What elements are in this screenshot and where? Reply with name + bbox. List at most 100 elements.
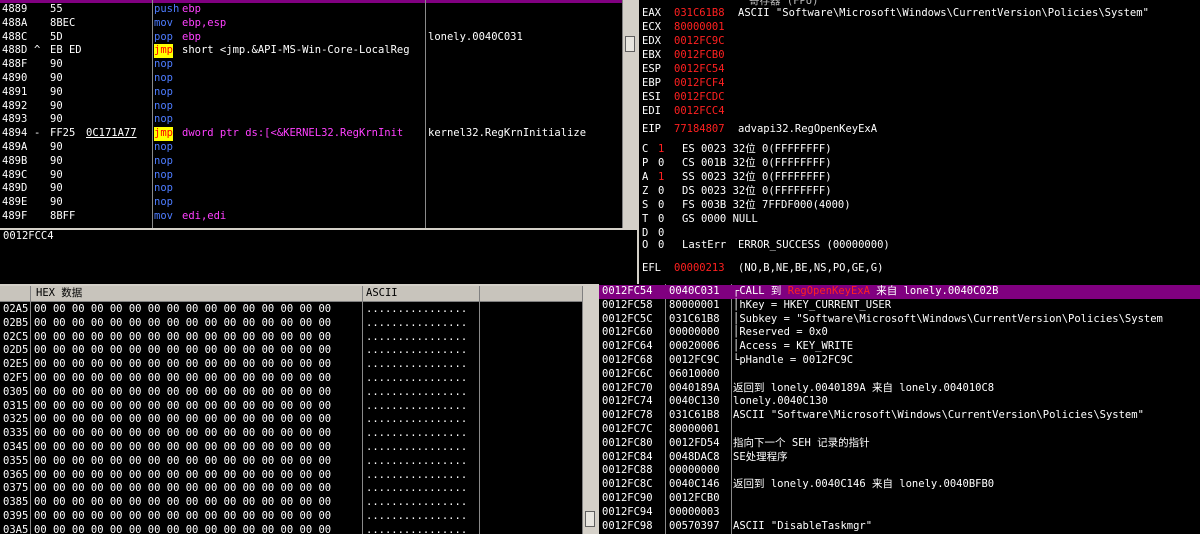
comment-suffix: 来自 lonely.0040C02B (869, 285, 999, 297)
stack-list[interactable]: 0012FC54 0040C031 ┌CALL 到 RegOpenKeyExA 来自… (599, 285, 1200, 533)
disasm-row[interactable]: 489B 90 nop (0, 155, 622, 169)
stack-row[interactable]: 0012FC60 00000000 │Reserved = 0x0 (599, 326, 1200, 340)
disasm-row[interactable]: 489F 8BFF mov edi,edi (0, 210, 622, 224)
stack-address: 0012FC98 (602, 519, 653, 532)
disassembly-list[interactable]: 4889 55 push ebp 488A 8BEC mov ebp,esp 488C 5D pop… (0, 3, 622, 224)
segment-register: SS 0023 32位 0(FFFFFFFF) (682, 171, 832, 183)
api-name: RegOpenKeyExA (787, 285, 870, 297)
disasm-bytes: 90 (50, 168, 63, 181)
disassembly-pane[interactable]: 4889 55 push ebp 488A 8BEC mov ebp,esp 488C 5D pop… (0, 0, 622, 228)
dump-row[interactable]: 02A5 00 00 00 00 00 00 00 00 00 00 00 00 … (0, 303, 582, 317)
disasm-row[interactable]: 488A 8BEC mov ebp,esp (0, 17, 622, 31)
dump-row[interactable]: 02F5 00 00 00 00 00 00 00 00 00 00 00 00 … (0, 372, 582, 386)
disasm-row[interactable]: 489E 90 nop (0, 196, 622, 210)
dump-row[interactable]: 0335 00 00 00 00 00 00 00 00 00 00 00 00 … (0, 427, 582, 441)
comment-text: 指向下一个 SEH 记录的指针 (733, 436, 870, 449)
stack-value: 031C61B8 (669, 409, 720, 422)
dump-ascii: ................ (366, 413, 468, 426)
dump-row[interactable]: 0395 00 00 00 00 00 00 00 00 00 00 00 00 … (0, 510, 582, 524)
stack-address: 0012FC70 (602, 381, 653, 394)
dump-row[interactable]: 0375 00 00 00 00 00 00 00 00 00 00 00 00 … (0, 482, 582, 496)
dump-row[interactable]: 02D5 00 00 00 00 00 00 00 00 00 00 00 00 … (0, 344, 582, 358)
disasm-row[interactable]: 4891 90 nop (0, 86, 622, 100)
dump-row[interactable]: 02B5 00 00 00 00 00 00 00 00 00 00 00 00 … (0, 317, 582, 331)
stack-row[interactable]: 0012FC64 00020006 │Access = KEY_WRITE (599, 340, 1200, 354)
mnemonic: nop (154, 113, 173, 126)
dump-ascii: ................ (366, 440, 468, 453)
dump-row[interactable]: 0365 00 00 00 00 00 00 00 00 00 00 00 00 … (0, 469, 582, 483)
stack-address: 0012FC78 (602, 409, 653, 422)
dump-address: 02A5 (3, 303, 29, 315)
stack-pane[interactable]: 0012FC54 0040C031 ┌CALL 到 RegOpenKeyExA 来自… (599, 284, 1200, 534)
ascii-column-header[interactable]: ASCII (366, 286, 398, 301)
stack-row[interactable]: 0012FC6C 06010000 (599, 368, 1200, 382)
stack-row[interactable]: 0012FC68 0012FC9C └pHandle = 0012FC9C (599, 354, 1200, 368)
hex-column-header[interactable]: HEX 数据 (36, 286, 82, 301)
stack-row[interactable]: 0012FC84 0048DAC8 SE处理程序 (599, 451, 1200, 465)
dump-hex: 00 00 00 00 00 00 00 00 00 00 00 00 00 0… (34, 344, 332, 357)
dump-list[interactable]: 02A5 00 00 00 00 00 00 00 00 00 00 00 00 … (0, 303, 582, 534)
registers-pane[interactable]: 寄存器 (FPU) EAX 031C61B8 ASCII "Software\Mic… (639, 0, 1200, 284)
scrollbar-thumb[interactable] (585, 511, 595, 527)
disasm-row[interactable]: 488D ^ EB ED jmp short <jmp.&API-MS-Win-Core… (0, 44, 622, 59)
disasm-row[interactable]: 4893 90 nop (0, 113, 622, 127)
dump-row[interactable]: 02E5 00 00 00 00 00 00 00 00 00 00 00 00 … (0, 358, 582, 372)
disasm-row[interactable]: 488C 5D pop ebp lonely.0040C031 (0, 31, 622, 45)
dump-row[interactable]: 0325 00 00 00 00 00 00 00 00 00 00 00 00 … (0, 413, 582, 427)
disassembly-scrollbar[interactable] (622, 0, 638, 228)
scrollbar-thumb[interactable] (625, 36, 635, 52)
stack-comment: 返回到 lonely.0040189A 来自 lonely.004010C8 (733, 382, 994, 396)
dump-ascii: ................ (366, 427, 468, 440)
stack-address: 0012FC54 (602, 285, 653, 297)
dump-row[interactable]: 0355 00 00 00 00 00 00 00 00 00 00 00 00 … (0, 455, 582, 469)
disasm-row[interactable]: 4892 90 nop (0, 100, 622, 114)
disasm-row[interactable]: 4889 55 push ebp (0, 3, 622, 17)
disasm-row[interactable]: 4894- FF25 0C171A77 jmp dword ptr ds:[<&KERN… (0, 127, 622, 141)
stack-row[interactable]: 0012FC5C 031C61B8 │Subkey = "Software\Micr… (599, 313, 1200, 327)
stack-row[interactable]: 0012FC80 0012FD54 指向下一个 SEH 记录的指针 (599, 437, 1200, 451)
stack-row[interactable]: 0012FC74 0040C130 lonely.0040C130 (599, 395, 1200, 409)
stack-row[interactable]: 0012FC90 0012FCB0 (599, 492, 1200, 506)
segment-register: CS 001B 32位 0(FFFFFFFF) (682, 157, 832, 169)
dump-row[interactable]: 0385 00 00 00 00 00 00 00 00 00 00 00 00 … (0, 496, 582, 510)
disasm-address: 488C (2, 30, 28, 43)
dump-pane[interactable]: HEX 数据 ASCII 02A5 00 00 00 00 00 00 00 00… (0, 286, 582, 534)
dump-row[interactable]: 0305 00 00 00 00 00 00 00 00 00 00 00 00 … (0, 386, 582, 400)
stack-row[interactable]: 0012FC88 00000000 (599, 464, 1200, 478)
stack-row[interactable]: 0012FC78 031C61B8 ASCII "Software\Microsof… (599, 409, 1200, 423)
stack-value: 80000001 (669, 298, 720, 311)
mnemonic: nop (154, 99, 173, 112)
stack-comment: │Access = KEY_WRITE (733, 340, 853, 354)
flag-value: 1 (658, 171, 665, 183)
disasm-address: 4890 (2, 71, 28, 84)
disasm-bytes: 90 (50, 58, 63, 71)
disasm-address: 4892 (2, 99, 28, 112)
stack-row[interactable]: 0012FC58 80000001 │hKey = HKEY_CURRENT_USE… (599, 299, 1200, 313)
disasm-row[interactable]: 489A 90 nop (0, 141, 622, 155)
dump-hex: 00 00 00 00 00 00 00 00 00 00 00 00 00 0… (34, 358, 332, 371)
stack-row[interactable]: 0012FC98 00570397 ASCII "DisableTaskmgr" (599, 520, 1200, 534)
disasm-address: 4894 (2, 127, 28, 140)
stack-row[interactable]: 0012FC8C 0040C146 返回到 lonely.0040C146 来自 l… (599, 478, 1200, 492)
stack-row[interactable]: 0012FC54 0040C031 ┌CALL 到 RegOpenKeyExA 来自… (599, 285, 1200, 299)
disasm-row[interactable]: 4890 90 nop (0, 72, 622, 86)
stack-row[interactable]: 0012FC7C 80000001 (599, 423, 1200, 437)
dump-row[interactable]: 02C5 00 00 00 00 00 00 00 00 00 00 00 00 … (0, 331, 582, 345)
stack-row[interactable]: 0012FC94 00000003 (599, 506, 1200, 520)
disasm-row[interactable]: 489C 90 nop (0, 169, 622, 183)
register-name: EAX (642, 7, 661, 19)
disasm-row[interactable]: 488F 90 nop (0, 58, 622, 72)
dump-hex: 00 00 00 00 00 00 00 00 00 00 00 00 00 0… (34, 413, 332, 426)
mnemonic: nop (154, 71, 173, 84)
disasm-row[interactable]: 489D 90 nop (0, 182, 622, 196)
stack-value: 0040C130 (669, 395, 720, 408)
dump-row[interactable]: 03A5 00 00 00 00 00 00 00 00 00 00 00 00 … (0, 524, 582, 534)
stack-value: 00570397 (669, 519, 720, 532)
dump-row[interactable]: 0315 00 00 00 00 00 00 00 00 00 00 00 00 … (0, 400, 582, 414)
register-value: 00000213 (674, 262, 725, 274)
stack-row[interactable]: 0012FC70 0040189A 返回到 lonely.0040189A 来自 l… (599, 382, 1200, 396)
dump-scrollbar[interactable] (582, 286, 598, 534)
dump-row[interactable]: 0345 00 00 00 00 00 00 00 00 00 00 00 00 … (0, 441, 582, 455)
dump-hex: 00 00 00 00 00 00 00 00 00 00 00 00 00 0… (34, 330, 332, 343)
register-name: EDI (642, 105, 661, 117)
